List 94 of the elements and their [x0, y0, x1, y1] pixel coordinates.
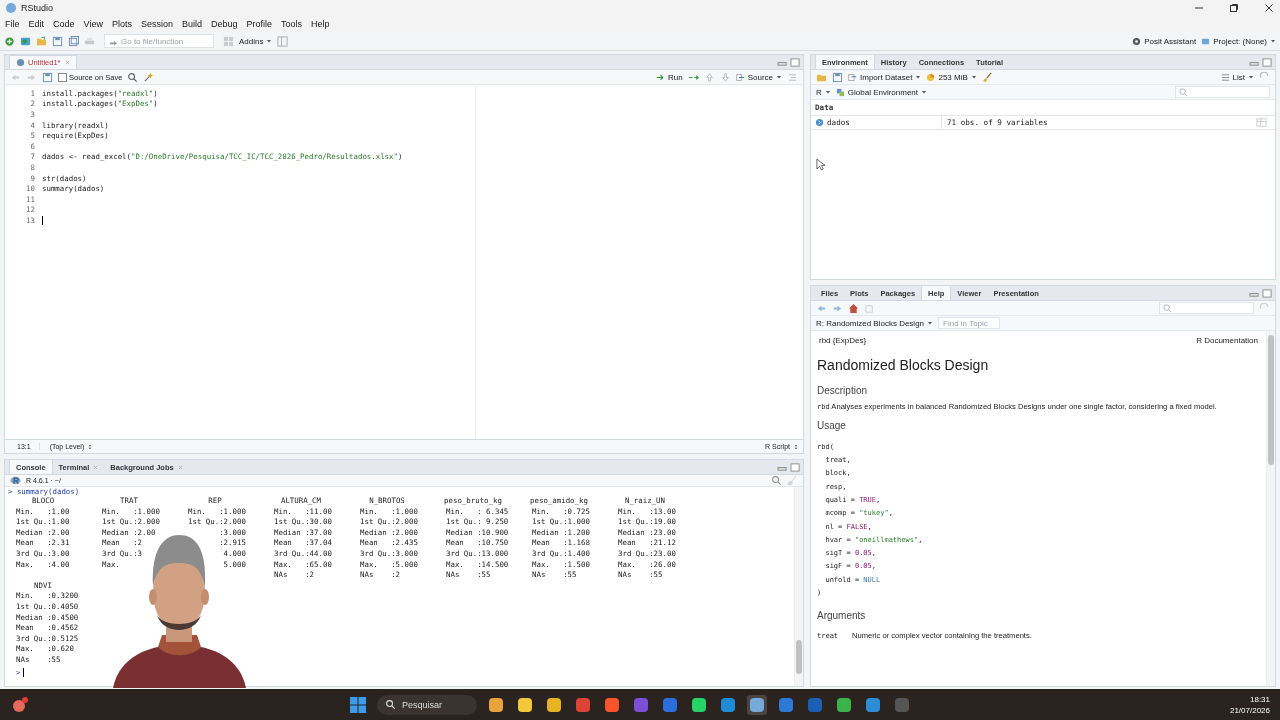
maximize-pane-icon[interactable] — [1262, 288, 1273, 298]
scrollbar[interactable] — [794, 487, 803, 686]
maximize-pane-icon[interactable] — [790, 57, 801, 67]
expand-icon[interactable] — [815, 118, 824, 127]
project-icon — [1201, 36, 1211, 46]
menu-item[interactable]: Code — [53, 19, 75, 29]
addins-menu[interactable]: Addins — [239, 36, 273, 46]
pie-icon — [926, 72, 936, 82]
menu-item[interactable]: Profile — [246, 19, 272, 29]
new-project-icon[interactable] — [20, 35, 31, 47]
menu-item[interactable]: File — [5, 19, 20, 29]
project-menu[interactable]: Project: (None) — [1201, 36, 1276, 46]
close-icon[interactable] — [1264, 3, 1274, 13]
new-file-icon[interactable] — [4, 35, 15, 47]
broom-icon[interactable] — [981, 71, 993, 83]
app-logo-icon — [6, 3, 16, 13]
help-topic-menu[interactable]: R: Randomized Blocks Design — [816, 318, 934, 328]
menu-item[interactable]: View — [83, 19, 103, 29]
menu-item[interactable]: Plots — [111, 19, 132, 29]
text-cursor — [23, 667, 25, 677]
save-icon[interactable] — [832, 71, 843, 83]
search-icon — [385, 699, 396, 710]
menu-item[interactable]: Tools — [281, 19, 303, 29]
caret-icon — [921, 89, 928, 95]
outline-icon[interactable] — [787, 71, 798, 83]
search-icon[interactable] — [127, 71, 139, 83]
scrollbar[interactable] — [1266, 331, 1275, 686]
maximize-pane-icon[interactable] — [1262, 57, 1273, 67]
updown-icon — [87, 443, 94, 450]
run-button[interactable]: Run — [655, 72, 683, 82]
caret-icon — [915, 74, 922, 80]
caret-icon — [927, 320, 934, 326]
grid-icon[interactable] — [223, 35, 234, 47]
caret-icon — [776, 74, 782, 80]
help-title: Randomized Blocks Design — [817, 357, 990, 373]
cubes-icon — [835, 87, 845, 97]
popout-icon[interactable] — [864, 302, 875, 314]
save-icon[interactable] — [42, 71, 53, 83]
home-icon[interactable] — [848, 302, 859, 314]
caret-icon — [1270, 38, 1276, 44]
folder-icon[interactable] — [36, 35, 47, 47]
app-icon[interactable] — [747, 694, 767, 715]
import-dataset-menu[interactable]: Import Dataset — [848, 72, 922, 82]
weather-icon[interactable] — [10, 694, 30, 715]
caret-icon — [1248, 74, 1254, 80]
save-all-icon[interactable] — [68, 35, 79, 47]
down-arrow-icon[interactable] — [719, 71, 731, 83]
window-title: RStudio — [21, 3, 54, 13]
search-icon — [1179, 87, 1188, 97]
maximize-icon[interactable] — [1229, 3, 1239, 13]
environment-menu[interactable]: Global Environment — [835, 87, 928, 97]
source-button[interactable]: Source — [735, 72, 782, 82]
text-cursor — [42, 215, 43, 225]
assistant-button[interactable]: Posit Assistant — [1132, 36, 1197, 46]
assistant-icon — [1132, 36, 1142, 46]
caret-icon — [266, 38, 273, 44]
table-icon[interactable] — [1256, 117, 1267, 128]
menu-item[interactable]: Session — [140, 19, 173, 29]
memory-menu[interactable]: 253 MiB — [926, 72, 977, 82]
source-icon — [735, 72, 745, 82]
file-icon — [16, 58, 25, 67]
clock-time: 18:31 — [1250, 693, 1270, 705]
updown-icon — [793, 443, 799, 450]
search-field[interactable] — [1175, 86, 1270, 98]
maximize-pane-icon[interactable] — [790, 462, 801, 472]
search-field[interactable] — [1159, 302, 1254, 314]
view-mode-menu[interactable]: List — [1220, 72, 1254, 82]
section-heading: Description — [817, 385, 869, 396]
wand-icon[interactable] — [143, 71, 155, 83]
section-heading: Arguments — [817, 610, 867, 622]
r-icon — [10, 475, 21, 486]
language-menu[interactable]: R — [816, 87, 831, 97]
caret-icon — [970, 74, 977, 80]
list-icon — [1220, 72, 1230, 82]
clock-date: 21/07/2026 — [1229, 704, 1270, 716]
package-label: rbd {ExpDes} — [819, 336, 867, 345]
save-icon[interactable] — [52, 35, 63, 47]
section-heading: Usage — [817, 419, 847, 431]
caret-icon — [824, 89, 831, 95]
menu-item[interactable]: Build — [181, 19, 202, 29]
print-icon[interactable] — [84, 35, 95, 47]
taskbar-search-field[interactable]: Pesquisar — [377, 694, 477, 715]
search-icon[interactable] — [771, 475, 782, 486]
mouse-pointer-icon — [816, 158, 825, 171]
layout-icon[interactable] — [277, 35, 289, 47]
arrow-icon — [655, 72, 665, 82]
up-arrow-icon[interactable] — [703, 71, 715, 83]
windows-start-icon[interactable] — [348, 694, 368, 715]
search-icon — [1163, 303, 1172, 313]
menu-item[interactable]: Help — [311, 19, 330, 29]
menu-item[interactable]: Edit — [28, 19, 45, 29]
doc-source: R Documentation — [1196, 336, 1258, 345]
import-icon — [848, 72, 857, 82]
menu-item[interactable]: Debug — [210, 19, 238, 29]
